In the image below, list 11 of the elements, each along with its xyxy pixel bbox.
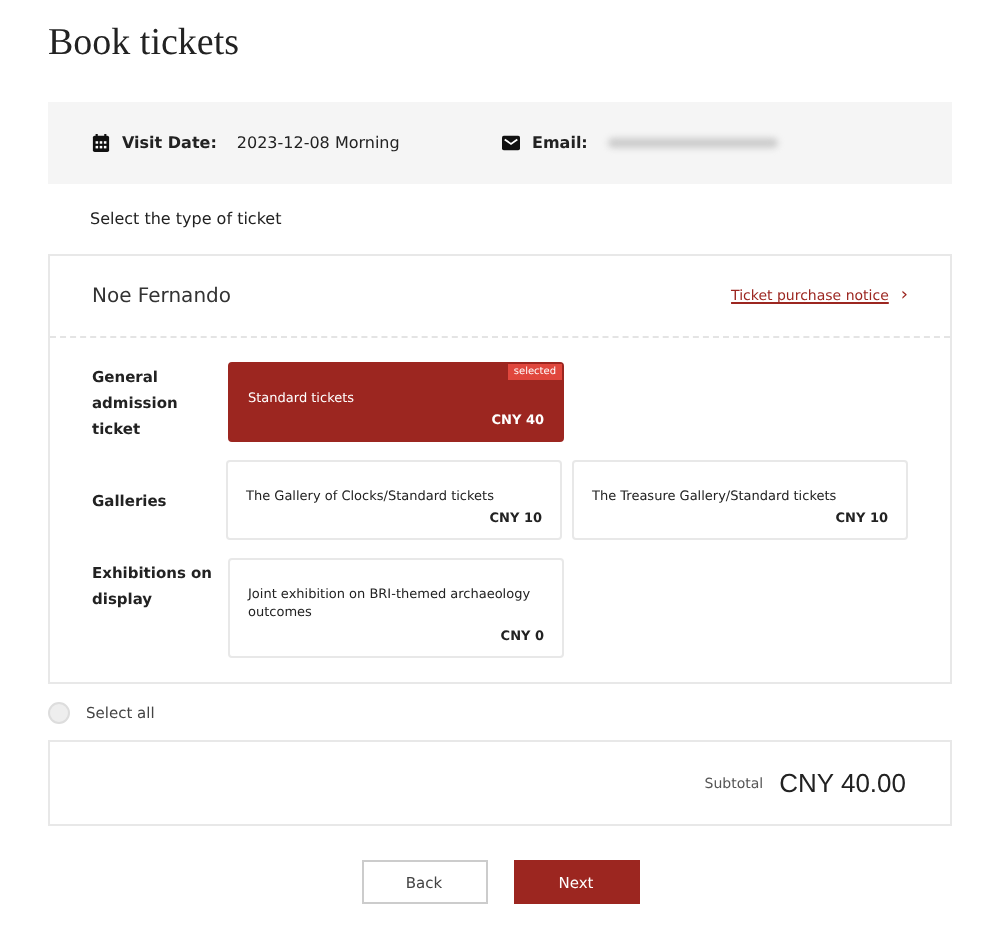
mail-icon [502, 134, 520, 152]
subtotal-value: CNY 40.00 [779, 768, 906, 798]
visit-date-value: 2023-12-08 Morning [236, 134, 400, 152]
page-title: Book tickets [48, 20, 242, 68]
section-prompt: Select the type of ticket [88, 208, 284, 232]
visit-date-label: Visit Date: [122, 134, 217, 152]
select-all-radio[interactable] [48, 701, 70, 723]
visitor-name: Noe Fernando [92, 285, 233, 307]
email-label: Email: [532, 134, 588, 152]
chevron-icon: › [900, 286, 908, 306]
calendar-icon [92, 134, 110, 152]
